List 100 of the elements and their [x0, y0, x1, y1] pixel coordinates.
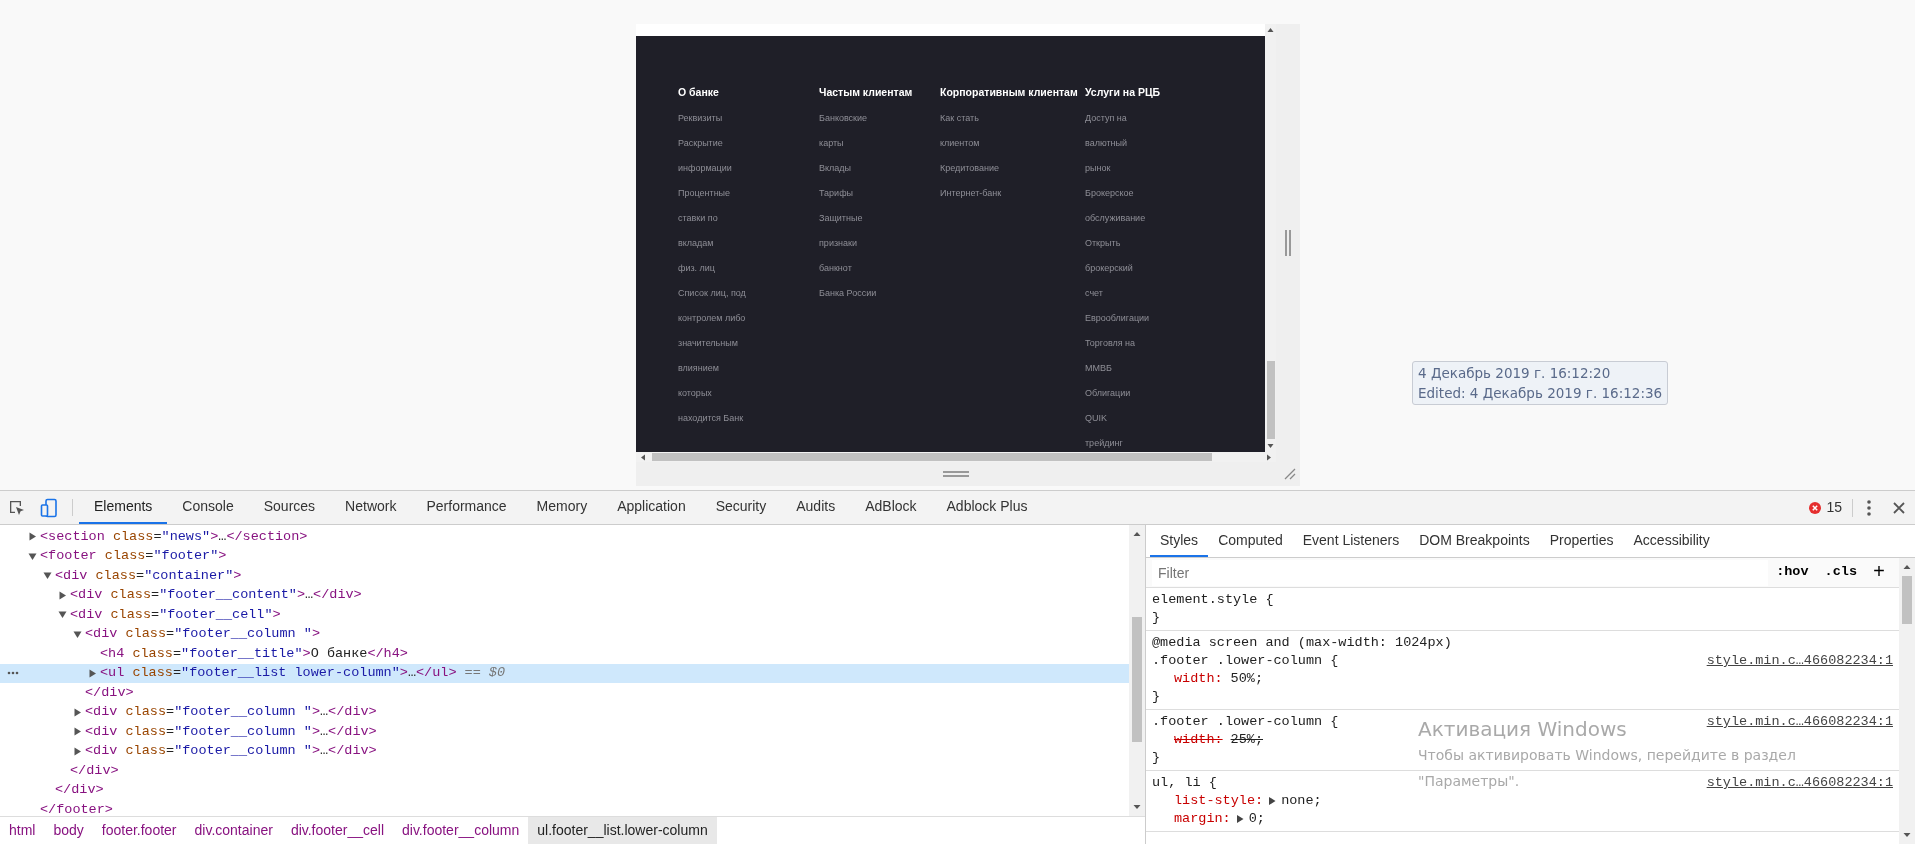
footer-link[interactable]: значительным: [678, 331, 819, 356]
dom-tree-row[interactable]: <div class="footer__column ">…</div>: [0, 722, 1129, 742]
collapse-arrow-icon[interactable]: [58, 610, 67, 620]
scroll-down-icon[interactable]: [1133, 804, 1141, 810]
panel-tab[interactable]: Sources: [248, 491, 331, 524]
scroll-right-icon[interactable]: [1266, 453, 1272, 461]
footer-link[interactable]: ММВБ: [1085, 356, 1225, 381]
footer-link[interactable]: Как стать: [940, 106, 1085, 131]
footer-link[interactable]: Банковские: [819, 106, 940, 131]
footer-link[interactable]: физ. лиц: [678, 256, 819, 281]
footer-link[interactable]: Раскрытие: [678, 131, 819, 156]
expand-arrow-icon[interactable]: [73, 727, 82, 737]
footer-link[interactable]: рынок: [1085, 156, 1225, 181]
expand-arrow-icon[interactable]: [73, 746, 82, 756]
expand-arrow-icon[interactable]: [88, 668, 97, 678]
footer-link[interactable]: Защитные: [819, 206, 940, 231]
dom-tree-row[interactable]: <ul class="footer__list lower-column">…</ul> == $0: [0, 663, 1129, 683]
collapse-arrow-icon[interactable]: [73, 629, 82, 639]
expand-arrow-icon[interactable]: [58, 590, 67, 600]
filter-toggle-button[interactable]: .cls: [1816, 562, 1865, 583]
resize-corner-icon[interactable]: [1284, 468, 1296, 480]
footer-link[interactable]: которых: [678, 381, 819, 406]
panel-tab[interactable]: Network: [330, 491, 412, 524]
breadcrumb[interactable]: div.footer__cell: [281, 817, 393, 844]
scroll-up-icon[interactable]: [1133, 531, 1141, 537]
scroll-thumb[interactable]: [1266, 361, 1275, 439]
footer-link[interactable]: признаки: [819, 231, 940, 256]
sidebar-tab[interactable]: DOM Breakpoints: [1409, 525, 1540, 557]
footer-link[interactable]: контролем либо: [678, 306, 819, 331]
sidebar-tab[interactable]: Event Listeners: [1292, 525, 1410, 557]
footer-link[interactable]: клиентом: [940, 131, 1085, 156]
breadcrumb[interactable]: body: [44, 817, 93, 844]
footer-link[interactable]: Открыть: [1085, 231, 1225, 256]
footer-link[interactable]: трейдинг: [1085, 431, 1225, 452]
footer-link[interactable]: Доступ на: [1085, 106, 1225, 131]
expand-arrow-icon[interactable]: [1234, 814, 1245, 824]
panel-tab[interactable]: Adblock Plus: [931, 491, 1043, 524]
breadcrumb[interactable]: div.footer__column: [393, 817, 529, 844]
expand-arrow-icon[interactable]: [28, 532, 37, 542]
filter-field[interactable]: Filter: [1152, 559, 1769, 586]
dom-tree-row[interactable]: <div class="footer__cell">: [0, 605, 1129, 625]
scroll-down-icon[interactable]: [1903, 832, 1911, 838]
error-count[interactable]: 15: [1826, 497, 1842, 518]
footer-link[interactable]: Реквизиты: [678, 106, 819, 131]
expand-arrow-icon[interactable]: [1267, 796, 1278, 806]
footer-link[interactable]: ставки по: [678, 206, 819, 231]
collapse-arrow-icon[interactable]: [43, 571, 52, 581]
scrollbar[interactable]: [636, 452, 1276, 462]
dom-tree-row[interactable]: <div class="footer__column ">: [0, 624, 1129, 644]
expand-arrow-icon[interactable]: [73, 707, 82, 717]
footer-link[interactable]: Торговля на: [1085, 331, 1225, 356]
scrollbar[interactable]: [1129, 525, 1145, 816]
footer-link[interactable]: валютный: [1085, 131, 1225, 156]
footer-link[interactable]: Список лиц, под: [678, 281, 819, 306]
footer-link[interactable]: Брокерское: [1085, 181, 1225, 206]
scroll-thumb[interactable]: [1132, 617, 1142, 742]
footer-link[interactable]: Облигации: [1085, 381, 1225, 406]
footer-link[interactable]: информации: [678, 156, 819, 181]
footer-link[interactable]: вкладам: [678, 231, 819, 256]
footer-link[interactable]: Вклады: [819, 156, 940, 181]
filter-toggle-button[interactable]: :hov: [1768, 562, 1817, 583]
footer-link[interactable]: влиянием: [678, 356, 819, 381]
footer-link[interactable]: Еврооблигации: [1085, 306, 1225, 331]
panel-tab[interactable]: Application: [602, 491, 701, 524]
breadcrumb[interactable]: div.container: [185, 817, 282, 844]
footer-link[interactable]: находится Банк: [678, 406, 819, 431]
footer-link[interactable]: обслуживание: [1085, 206, 1225, 231]
footer-link[interactable]: Тарифы: [819, 181, 940, 206]
panel-tab[interactable]: Console: [167, 491, 249, 524]
scrollbar[interactable]: [1899, 558, 1915, 844]
panel-tab[interactable]: Security: [700, 491, 782, 524]
scroll-thumb[interactable]: [652, 453, 1212, 461]
dom-tree-row[interactable]: <footer class="footer">: [0, 546, 1129, 566]
source-link[interactable]: style.min.c…466082234:1: [1706, 713, 1893, 731]
footer-link[interactable]: карты: [819, 131, 940, 156]
inspect-icon[interactable]: [8, 498, 26, 517]
footer-link[interactable]: банкнот: [819, 256, 940, 281]
footer-link[interactable]: брокерский: [1085, 256, 1225, 281]
breadcrumb[interactable]: footer.footer: [92, 817, 186, 844]
footer-link[interactable]: Интернет-банк: [940, 181, 1085, 206]
panel-tab[interactable]: Memory: [521, 491, 603, 524]
sidebar-tab[interactable]: Accessibility: [1623, 525, 1720, 557]
dom-tree-row[interactable]: <div class="container">: [0, 566, 1129, 586]
scroll-left-icon[interactable]: [640, 453, 646, 461]
filter-toggle-button[interactable]: +: [1865, 562, 1893, 583]
breadcrumb[interactable]: html: [0, 817, 45, 844]
sidebar-tab[interactable]: Properties: [1539, 525, 1624, 557]
footer-link[interactable]: Банка России: [819, 281, 940, 306]
footer-link[interactable]: Кредитование: [940, 156, 1085, 181]
scroll-down-icon[interactable]: [1267, 443, 1274, 449]
dom-tree-row[interactable]: <div class="footer__column ">…</div>: [0, 741, 1129, 761]
scroll-up-icon[interactable]: [1903, 564, 1911, 570]
scroll-up-icon[interactable]: [1267, 27, 1274, 33]
resize-handle-icon[interactable]: [1285, 230, 1291, 256]
collapse-arrow-icon[interactable]: [28, 551, 37, 561]
footer-link[interactable]: Процентные: [678, 181, 819, 206]
dom-tree-row[interactable]: <section class="news">…</section>: [0, 527, 1129, 547]
panel-tab[interactable]: Performance: [411, 491, 522, 524]
close-icon[interactable]: [1893, 501, 1905, 514]
panel-tab[interactable]: Audits: [781, 491, 851, 524]
